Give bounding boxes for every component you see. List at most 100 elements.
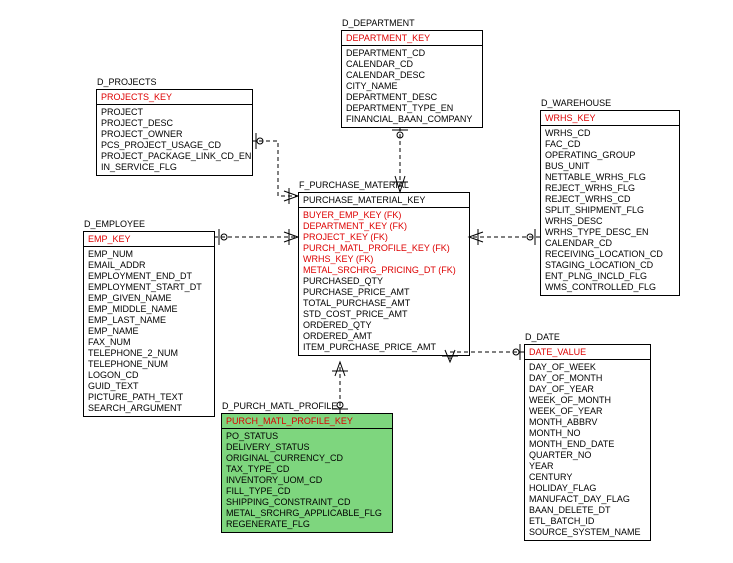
col: STD_COST_PRICE_AMT: [303, 309, 465, 320]
col: REJECT_WRHS_CD: [545, 194, 675, 205]
entity-key: DATE_VALUE: [525, 345, 650, 360]
col: SOURCE_SYSTEM_NAME: [529, 527, 646, 538]
col: RECEIVING_LOCATION_CD: [545, 249, 675, 260]
col: PROJECT_PACKAGE_LINK_CD_EN: [101, 151, 248, 162]
fk-col: PURCH_MATL_PROFILE_KEY (FK): [303, 243, 465, 254]
col: TELEPHONE_2_NUM: [88, 348, 210, 359]
col: EMAIL_ADDR: [88, 260, 210, 271]
col: SEARCH_ARGUMENT: [88, 403, 210, 414]
entity-body-employee: EMP_NUM EMAIL_ADDR EMPLOYMENT_END_DT EMP…: [84, 247, 214, 416]
col: HOLIDAY_FLAG: [529, 483, 646, 494]
col: MANUFACT_DAY_FLAG: [529, 494, 646, 505]
col: FAX_NUM: [88, 337, 210, 348]
entity-body-fact: BUYER_EMP_KEY (FK) DEPARTMENT_KEY (FK) P…: [299, 208, 469, 355]
entity-key: PROJECTS_KEY: [97, 90, 252, 105]
fk-col: WRHS_KEY (FK): [303, 254, 465, 265]
col: DEPARTMENT_CD: [346, 48, 478, 59]
col: CITY_NAME: [346, 81, 478, 92]
col: FILL_TYPE_CD: [226, 486, 388, 497]
col: DAY_OF_YEAR: [529, 384, 646, 395]
col: REGENERATE_FLG: [226, 519, 388, 530]
col: DELIVERY_STATUS: [226, 442, 388, 453]
col: WRHS_CD: [545, 128, 675, 139]
col: PURCHASE_PRICE_AMT: [303, 287, 465, 298]
col: ORIGINAL_CURRENCY_CD: [226, 453, 388, 464]
entity-body-department: DEPARTMENT_CD CALENDAR_CD CALENDAR_DESC …: [342, 46, 482, 127]
entity-key: EMP_KEY: [84, 232, 214, 247]
col: DEPARTMENT_TYPE_EN: [346, 103, 478, 114]
fk-col: DEPARTMENT_KEY (FK): [303, 221, 465, 232]
col: MONTH_END_DATE: [529, 439, 646, 450]
entity-purch-matl-profile: D_PURCH_MATL_PROFILE PURCH_MATL_PROFILE_…: [221, 413, 393, 533]
entity-fact-purchase-material: F_PURCHASE_MATERIAL PURCHASE_MATERIAL_KE…: [298, 192, 470, 356]
col: EMP_NUM: [88, 249, 210, 260]
entity-body-warehouse: WRHS_CD FAC_CD OPERATING_GROUP BUS_UNIT …: [541, 126, 679, 295]
entity-key: PURCHASE_MATERIAL_KEY: [299, 193, 469, 208]
col: EMP_MIDDLE_NAME: [88, 304, 210, 315]
col: EMPLOYMENT_END_DT: [88, 271, 210, 282]
col: WEEK_OF_MONTH: [529, 395, 646, 406]
col: LOGON_CD: [88, 370, 210, 381]
entity-label: F_PURCHASE_MATERIAL: [299, 180, 409, 190]
col: EMPLOYMENT_START_DT: [88, 282, 210, 293]
col: MONTH_NO: [529, 428, 646, 439]
col: YEAR: [529, 461, 646, 472]
entity-key: PURCH_MATL_PROFILE_KEY: [222, 414, 392, 429]
entity-body-profile: PO_STATUS DELIVERY_STATUS ORIGINAL_CURRE…: [222, 429, 392, 532]
col: ORDERED_AMT: [303, 331, 465, 342]
col: WRHS_TYPE_DESC_EN: [545, 227, 675, 238]
col: ITEM_PURCHASE_PRICE_AMT: [303, 342, 465, 353]
col: FINANCIAL_BAAN_COMPANY: [346, 114, 478, 125]
col: PROJECT: [101, 107, 248, 118]
col: EMP_GIVEN_NAME: [88, 293, 210, 304]
col: QUARTER_NO: [529, 450, 646, 461]
col: NETTABLE_WRHS_FLG: [545, 172, 675, 183]
col: PCS_PROJECT_USAGE_CD: [101, 140, 248, 151]
col: TELEPHONE_NUM: [88, 359, 210, 370]
col: ETL_BATCH_ID: [529, 516, 646, 527]
col: CALENDAR_DESC: [346, 70, 478, 81]
col: INVENTORY_UOM_CD: [226, 475, 388, 486]
col: PICTURE_PATH_TEXT: [88, 392, 210, 403]
entity-date: D_DATE DATE_VALUE DAY_OF_WEEK DAY_OF_MON…: [524, 344, 651, 541]
col: METAL_SRCHRG_APPLICABLE_FLG: [226, 508, 388, 519]
entity-warehouse: D_WAREHOUSE WRHS_KEY WRHS_CD FAC_CD OPER…: [540, 110, 680, 296]
entity-label: D_PROJECTS: [97, 77, 157, 87]
col: WRHS_DESC: [545, 216, 675, 227]
entity-label: D_DEPARTMENT: [342, 18, 415, 28]
col: EMP_LAST_NAME: [88, 315, 210, 326]
fk-col: METAL_SRCHRG_PRICING_DT (FK): [303, 265, 465, 276]
col: DEPARTMENT_DESC: [346, 92, 478, 103]
col: EMP_NAME: [88, 326, 210, 337]
entity-projects: D_PROJECTS PROJECTS_KEY PROJECT PROJECT_…: [96, 89, 253, 176]
col: PO_STATUS: [226, 431, 388, 442]
col: CENTURY: [529, 472, 646, 483]
entity-department: D_DEPARTMENT DEPARTMENT_KEY DEPARTMENT_C…: [341, 30, 483, 128]
col: WMS_CONTROLLED_FLG: [545, 282, 675, 293]
col: REJECT_WRHS_FLG: [545, 183, 675, 194]
fk-col: BUYER_EMP_KEY (FK): [303, 210, 465, 221]
col: ENT_PLNG_INCLD_FLG: [545, 271, 675, 282]
col: BAAN_DELETE_DT: [529, 505, 646, 516]
col: DAY_OF_MONTH: [529, 373, 646, 384]
col: GUID_TEXT: [88, 381, 210, 392]
col: OPERATING_GROUP: [545, 150, 675, 161]
col: MONTH_ABBRV: [529, 417, 646, 428]
col: CALENDAR_CD: [346, 59, 478, 70]
col: SPLIT_SHIPMENT_FLG: [545, 205, 675, 216]
col: PROJECT_OWNER: [101, 129, 248, 140]
col: SHIPPING_CONSTRAINT_CD: [226, 497, 388, 508]
entity-key: WRHS_KEY: [541, 111, 679, 126]
entity-label: D_WAREHOUSE: [541, 98, 611, 108]
col: PROJECT_DESC: [101, 118, 248, 129]
entity-label: D_DATE: [525, 332, 560, 342]
col: WEEK_OF_YEAR: [529, 406, 646, 417]
col: BUS_UNIT: [545, 161, 675, 172]
entity-label: D_PURCH_MATL_PROFILE: [222, 401, 337, 411]
entity-label: D_EMPLOYEE: [84, 219, 145, 229]
col: TOTAL_PURCHASE_AMT: [303, 298, 465, 309]
col: PURCHASED_QTY: [303, 276, 465, 287]
col: FAC_CD: [545, 139, 675, 150]
entity-body-projects: PROJECT PROJECT_DESC PROJECT_OWNER PCS_P…: [97, 105, 252, 175]
col: CALENDAR_CD: [545, 238, 675, 249]
